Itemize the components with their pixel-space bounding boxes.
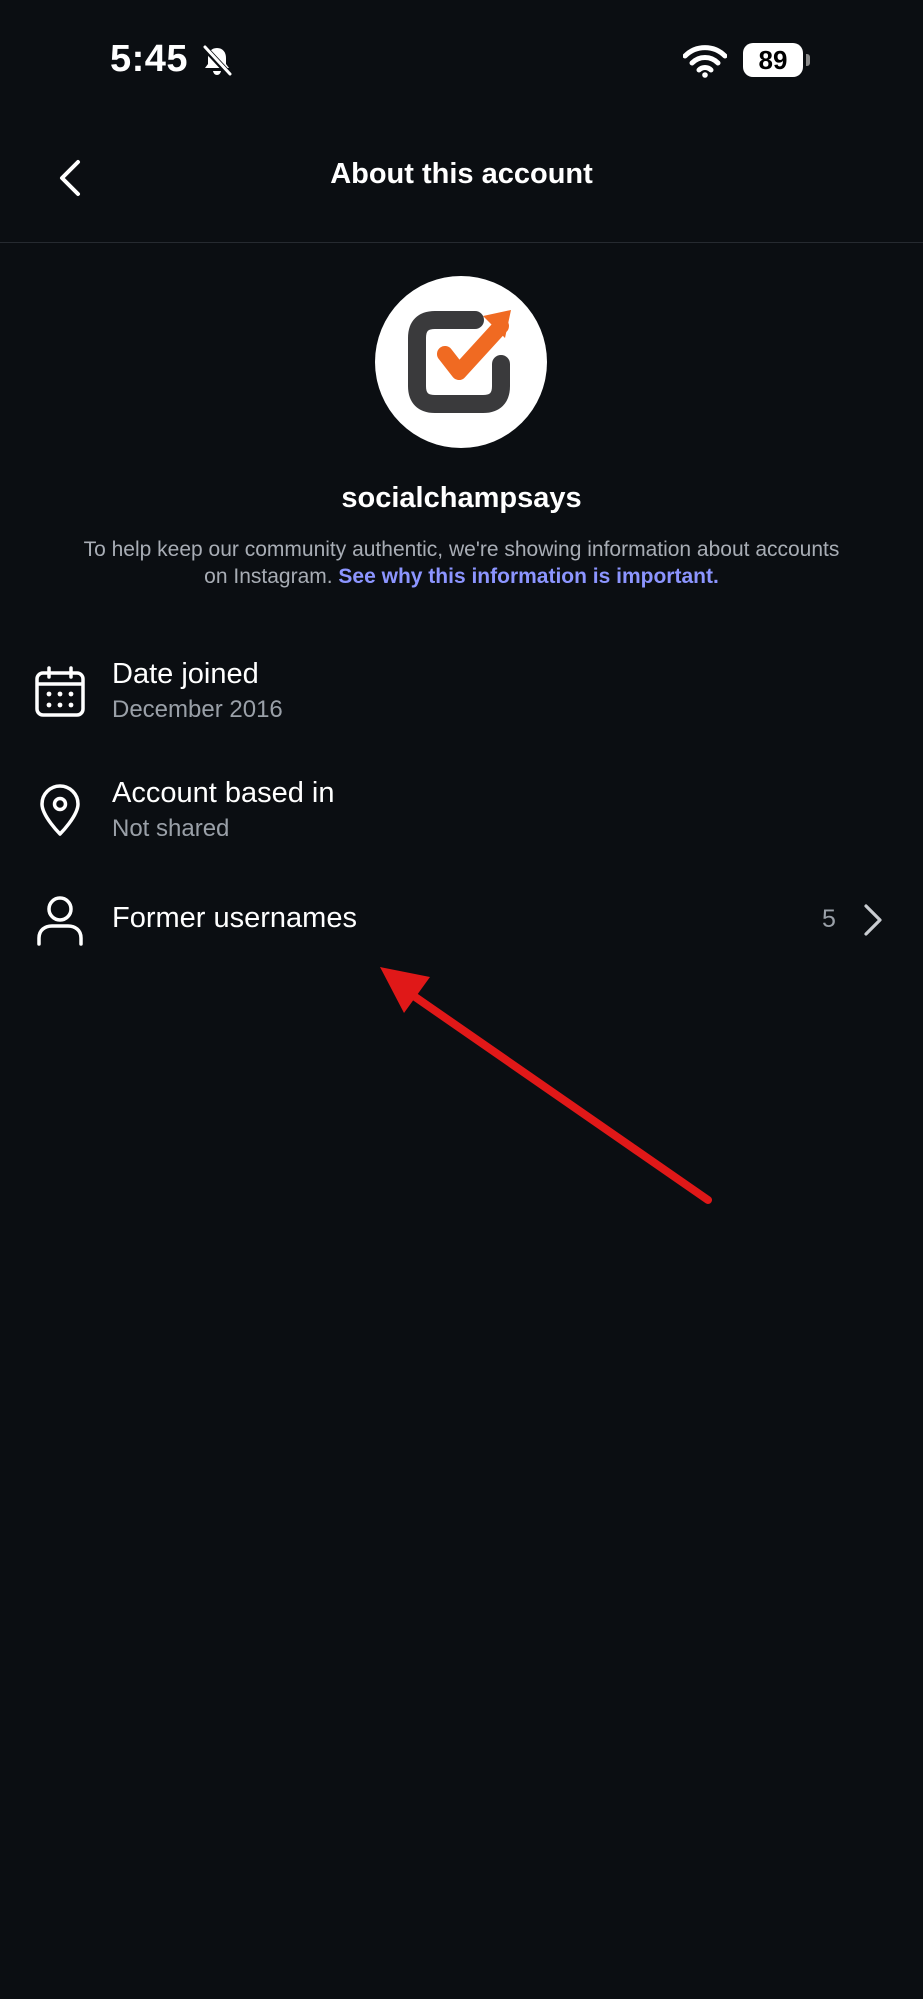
info-text: To help keep our community authentic, we… [70,536,853,590]
location-pin-icon [32,782,88,838]
former-usernames-row[interactable]: Former usernames 5 [0,880,923,960]
former-usernames-count: 5 [822,905,836,933]
person-icon [32,892,88,948]
calendar-icon [32,664,88,720]
chevron-right-icon [864,904,882,936]
social-champ-logo-icon [403,304,519,420]
account-based-in-row: Account based in Not shared [0,760,923,860]
bell-muted-icon [201,44,233,78]
avatar [375,276,547,448]
account-based-in-label: Account based in [112,777,335,809]
date-joined-value: December 2016 [112,696,283,723]
about-account-screen: 5:45 89 About this account socialchampsa… [0,0,923,1999]
account-based-in-value: Not shared [112,815,230,842]
former-usernames-label: Former usernames [112,902,357,934]
page-title: About this account [330,158,593,190]
battery-indicator: 89 [743,43,803,77]
wifi-icon [683,45,727,78]
status-bar: 5:45 89 [0,0,923,120]
battery-tip [806,54,810,66]
info-link[interactable]: See why this information is important. [338,565,718,588]
profile-username: socialchampsays [341,482,582,514]
status-time: 5:45 [110,38,189,80]
date-joined-row: Date joined December 2016 [0,640,923,740]
date-joined-label: Date joined [112,658,259,690]
top-bar: About this account [0,120,923,243]
